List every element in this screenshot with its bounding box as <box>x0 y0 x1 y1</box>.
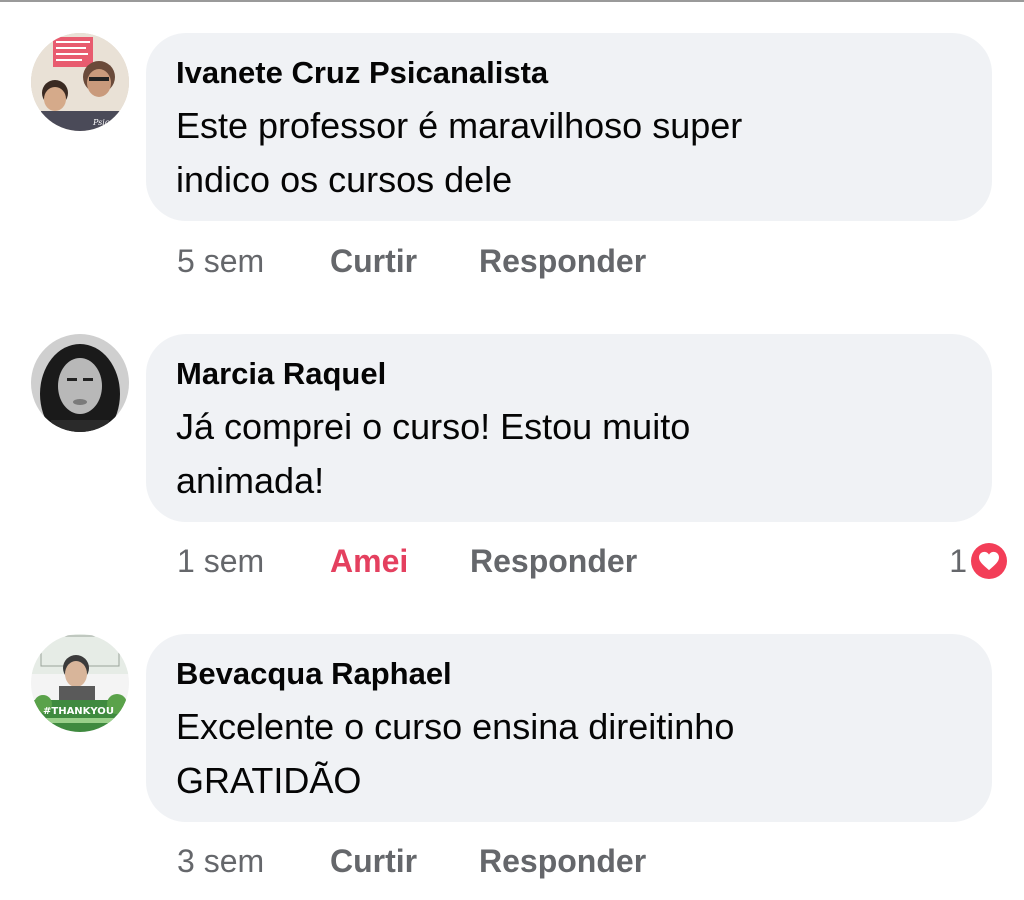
avatar[interactable]: Psican. <box>31 33 129 131</box>
comment-timestamp[interactable]: 3 sem <box>177 841 264 881</box>
comment-text-line: animada! <box>176 460 325 501</box>
comment-text-line: Já comprei o curso! Estou muito <box>176 406 691 447</box>
comment-text: Este professor é maravilhoso super indic… <box>176 99 962 207</box>
comment-bubble: Ivanete Cruz Psicanalista Este professor… <box>146 33 992 221</box>
like-button[interactable]: Curtir <box>330 841 417 881</box>
svg-text:Psican.: Psican. <box>92 118 122 127</box>
love-reaction-button[interactable]: Amei <box>330 541 408 581</box>
avatar[interactable]: #THANKYOU <box>31 634 129 732</box>
like-button[interactable]: Curtir <box>330 241 417 281</box>
comment-author[interactable]: Ivanete Cruz Psicanalista <box>176 53 962 93</box>
comment-bubble: Bevacqua Raphael Excelente o curso ensin… <box>146 634 992 822</box>
comment-text-line: GRATIDÃO <box>176 760 362 801</box>
comment-actions: 3 sem Curtir Responder <box>177 841 1007 881</box>
comment-timestamp[interactable]: 1 sem <box>177 541 264 581</box>
comment-bubble: Marcia Raquel Já comprei o curso! Estou … <box>146 334 992 522</box>
comment-text: Excelente o curso ensina direitinho GRAT… <box>176 700 962 808</box>
comment-author[interactable]: Bevacqua Raphael <box>176 654 962 694</box>
heart-icon <box>971 543 1007 579</box>
reply-button[interactable]: Responder <box>470 541 637 581</box>
comment-text-line: Excelente o curso ensina direitinho <box>176 706 735 747</box>
reply-button[interactable]: Responder <box>479 241 646 281</box>
comment-actions: 1 sem Amei Responder 1 <box>177 541 1007 581</box>
reaction-count: 1 <box>949 543 967 579</box>
svg-text:#THANKYOU: #THANKYOU <box>43 706 114 717</box>
comment-text: Já comprei o curso! Estou muito animada! <box>176 400 962 508</box>
comment-author[interactable]: Marcia Raquel <box>176 354 962 394</box>
comment-text-line: indico os cursos dele <box>176 159 513 200</box>
avatar[interactable] <box>31 334 129 432</box>
comment-timestamp[interactable]: 5 sem <box>177 241 264 281</box>
top-divider <box>0 0 1024 2</box>
comment-text-line: Este professor é maravilhoso super <box>176 105 743 146</box>
reaction-summary[interactable]: 1 <box>949 541 1007 581</box>
reply-button[interactable]: Responder <box>479 841 646 881</box>
comment-actions: 5 sem Curtir Responder <box>177 241 1007 281</box>
